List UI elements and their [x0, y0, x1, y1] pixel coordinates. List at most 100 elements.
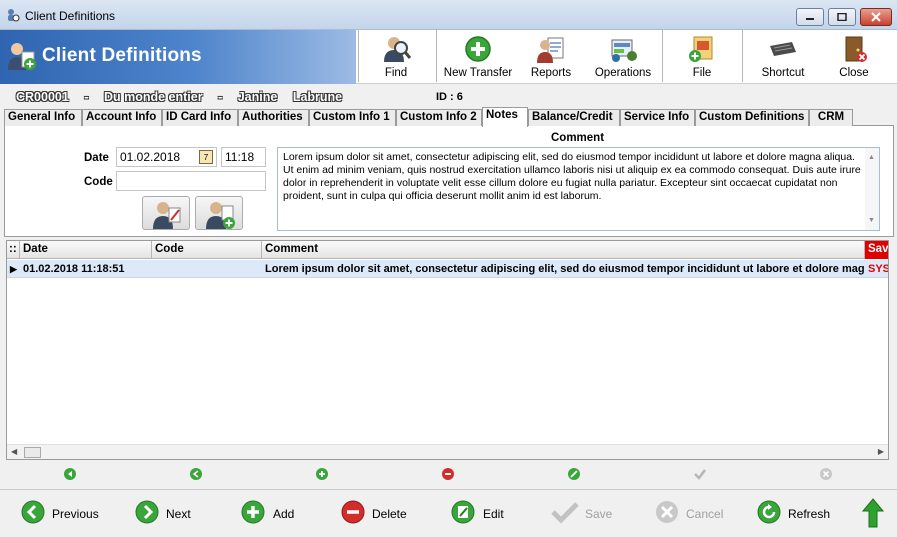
header-banner: Client Definitions: [0, 30, 356, 84]
toolbar-separator: [662, 30, 663, 82]
cell-date[interactable]: 01.02.2018 11:18:51: [20, 260, 152, 278]
tab-id-card-info[interactable]: ID Card Info: [162, 109, 238, 126]
notes-panel: Date 01.02.2018 7 11:18 Code Comment Lor…: [4, 126, 894, 237]
tab-authorities[interactable]: Authorities: [238, 109, 309, 126]
tab-custom-info-1[interactable]: Custom Info 1: [309, 109, 396, 126]
client-icon: [8, 43, 36, 70]
scroll-down-icon[interactable]: ▼: [868, 214, 875, 227]
delete-button[interactable]: Delete: [341, 498, 411, 530]
tab-crm[interactable]: CRM: [809, 109, 853, 126]
scroll-left-icon[interactable]: ◀: [11, 447, 17, 456]
column-header-comment[interactable]: Comment: [262, 241, 865, 259]
maximize-button[interactable]: [828, 8, 856, 26]
scrollbar-thumb[interactable]: [24, 447, 41, 458]
record-last-name: Labrune: [292, 90, 343, 104]
refresh-button[interactable]: Refresh: [757, 498, 837, 530]
cancel-icon: [656, 501, 678, 523]
edit-button[interactable]: Edit: [451, 498, 511, 530]
record-first-name: Janine: [237, 90, 278, 104]
nav-first-icon[interactable]: [63, 467, 77, 481]
previous-icon: [21, 500, 45, 524]
grid-header: :: Date Code Comment Sav: [7, 241, 888, 259]
add-note-icon: [206, 202, 235, 229]
operations-icon: [611, 39, 637, 62]
reports-button[interactable]: Reports: [522, 32, 580, 82]
next-button[interactable]: Next: [135, 498, 195, 530]
comment-textarea[interactable]: Lorem ipsum dolor sit amet, consectetur …: [277, 147, 880, 231]
add-note-button[interactable]: [195, 196, 243, 230]
delete-icon: [341, 500, 365, 524]
edit-note-button[interactable]: [142, 196, 190, 230]
minimize-button[interactable]: [796, 8, 824, 26]
cell-comment[interactable]: Lorem ipsum dolor sit amet, consectetur …: [262, 260, 865, 278]
column-header-code[interactable]: Code: [152, 241, 262, 259]
code-label: Code: [84, 176, 113, 188]
column-header-saved-by[interactable]: Sav: [865, 241, 888, 259]
tab-custom-info-2[interactable]: Custom Info 2: [396, 109, 482, 126]
scroll-up-icon[interactable]: ▲: [868, 151, 875, 164]
next-icon: [135, 500, 159, 524]
record-name: Du monde entier: [103, 90, 203, 104]
close-door-icon: [845, 36, 867, 62]
add-button[interactable]: Add: [241, 498, 301, 530]
time-field[interactable]: 11:18: [221, 147, 266, 167]
save-checkmark-icon: [551, 502, 579, 524]
minimize-icon: [806, 18, 814, 20]
comment-scrollbar[interactable]: ▲ ▼: [865, 148, 879, 230]
file-button[interactable]: File: [672, 32, 732, 82]
shortcut-button[interactable]: Shortcut: [752, 32, 814, 82]
nav-cancel-icon[interactable]: [819, 467, 833, 481]
cell-saved-by[interactable]: SYS: [865, 260, 888, 278]
nav-delete-icon[interactable]: [441, 467, 455, 481]
previous-button[interactable]: Previous: [21, 498, 101, 530]
close-button[interactable]: Close: [830, 32, 878, 82]
new-transfer-button[interactable]: New Transfer: [442, 32, 514, 82]
window-title: Client Definitions: [25, 9, 116, 23]
row-indicator-icon: ▶: [10, 264, 17, 274]
tab-custom-definitions[interactable]: Custom Definitions: [695, 109, 809, 126]
find-icon: [384, 37, 411, 62]
grid-horizontal-scrollbar[interactable]: ◀ ▶: [7, 444, 888, 459]
tab-account-info[interactable]: Account Info: [82, 109, 162, 126]
tab-service-info[interactable]: Service Info: [620, 109, 695, 126]
nav-post-icon[interactable]: [693, 467, 707, 481]
edit-icon: [451, 500, 475, 524]
record-code: CR00001: [16, 90, 69, 104]
tab-general-info[interactable]: General Info: [4, 109, 82, 126]
comment-label: Comment: [551, 132, 605, 144]
tab-notes[interactable]: Notes: [482, 107, 528, 127]
nav-edit-icon[interactable]: [567, 467, 581, 481]
column-header-date[interactable]: Date: [20, 241, 152, 259]
notes-grid: :: Date Code Comment Sav ▶ 01.02.2018 11…: [6, 240, 889, 460]
table-row[interactable]: ▶ 01.02.2018 11:18:51 Lorem ipsum dolor …: [7, 260, 888, 278]
header-title: Client Definitions: [42, 45, 202, 66]
header-toolbar: Client Definitions Find New Transfer Rep…: [0, 30, 897, 84]
toolbar-separator: [358, 30, 359, 82]
scroll-to-top-icon[interactable]: [862, 498, 884, 528]
action-bar: Previous Next Add Delete Edit Save Cance…: [0, 489, 897, 537]
cell-code[interactable]: [152, 260, 262, 278]
cancel-button[interactable]: Cancel: [655, 498, 725, 530]
tab-strip: General Info Account Info ID Card Info A…: [4, 107, 894, 127]
nav-insert-icon[interactable]: [315, 467, 329, 481]
scroll-right-icon[interactable]: ▶: [878, 447, 884, 456]
save-button[interactable]: Save: [551, 498, 615, 530]
nav-prior-icon[interactable]: [189, 467, 203, 481]
grid-indicator-header: ::: [7, 241, 20, 259]
edit-note-icon: [153, 202, 181, 229]
tab-balance-credit[interactable]: Balance/Credit: [528, 109, 620, 126]
shortcut-icon: [770, 42, 796, 56]
find-button[interactable]: Find: [366, 32, 426, 82]
code-field[interactable]: [116, 171, 266, 191]
maximize-icon: [837, 13, 847, 21]
record-summary: CR00001 - Du monde entier - Janine Labru…: [16, 90, 354, 104]
window-close-button[interactable]: [860, 8, 892, 26]
record-separator: -: [84, 90, 89, 104]
record-id: ID : 6: [436, 91, 463, 103]
window-titlebar: Client Definitions: [0, 0, 897, 30]
operations-button[interactable]: Operations: [590, 32, 656, 82]
calendar-icon[interactable]: 7: [199, 150, 213, 164]
toolbar-separator: [742, 30, 743, 82]
reports-icon: [537, 37, 564, 63]
date-label: Date: [84, 152, 109, 164]
